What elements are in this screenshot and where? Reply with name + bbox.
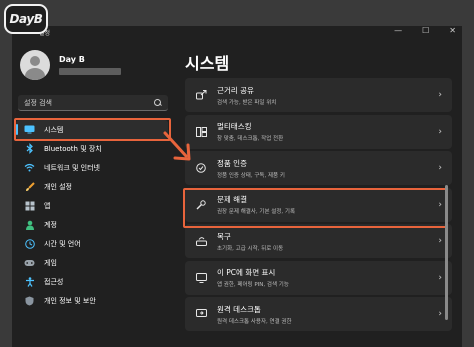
card-nearby-sharing[interactable]: 근거리 공유 검색 가능, 받은 파일 위치 ›: [185, 78, 452, 112]
share-icon: [195, 89, 207, 101]
card-remote-desktop[interactable]: 원격 데스크톱 원격 데스크톱 사용자, 연결 권한 ›: [185, 297, 452, 331]
sidebar-item-label: 게임: [44, 258, 57, 267]
bluetooth-icon: [24, 143, 35, 154]
sidebar-item-privacy[interactable]: 개인 정보 및 보안: [16, 291, 168, 310]
card-title: 이 PC에 화면 표시: [217, 268, 276, 277]
search-input[interactable]: 설정 검색: [18, 95, 168, 111]
brand-logo-text: DayB: [9, 12, 43, 26]
apps-icon: [24, 200, 35, 211]
gamepad-icon: [24, 257, 35, 268]
accessibility-icon: [24, 276, 35, 287]
brush-icon: [24, 181, 35, 192]
card-recovery[interactable]: 복구 초기화, 고급 시작, 뒤로 이동 ›: [185, 224, 452, 258]
card-title: 복구: [217, 231, 231, 241]
sidebar-item-accessibility[interactable]: 접근성: [16, 272, 168, 291]
user-profile[interactable]: Day B: [20, 50, 121, 80]
globe-clock-icon: [24, 238, 35, 249]
sidebar-item-bluetooth[interactable]: Bluetooth 및 장치: [16, 139, 168, 158]
card-activation[interactable]: 정품 인증 정품 인증 상태, 구독, 제품 키 ›: [185, 151, 452, 185]
card-subtitle: 초기화, 고급 시작, 뒤로 이동: [217, 245, 284, 252]
profile-email-redacted: [59, 68, 121, 75]
remote-desktop-icon: [195, 308, 207, 320]
sidebar-item-network[interactable]: 네트워크 및 인터넷: [16, 158, 168, 177]
settings-window: 설정 — ☐ ✕ Day B 설정 검색 시스템 Bluetooth 및 장치: [12, 26, 462, 347]
card-subtitle: 정품 인증 상태, 구독, 제품 키: [217, 172, 285, 179]
sidebar-item-label: 개인 설정: [44, 182, 72, 191]
sidebar-item-label: 시간 및 언어: [44, 239, 81, 248]
window-controls: — ☐ ✕: [394, 26, 456, 35]
sidebar-item-label: 계정: [44, 220, 57, 229]
card-title: 멀티태스킹: [217, 122, 252, 131]
sidebar-item-label: Bluetooth 및 장치: [44, 144, 102, 153]
card-multitasking[interactable]: 멀티태스킹 창 맞춤, 데스크톱, 작업 전환 ›: [185, 114, 452, 149]
maximize-button[interactable]: ☐: [422, 26, 429, 35]
highlight-box-system: [14, 118, 171, 141]
chevron-right-icon: ›: [438, 309, 442, 319]
scrollbar[interactable]: [445, 185, 448, 320]
card-subtitle: 창 맞춤, 데스크톱, 작업 전환: [217, 136, 284, 142]
search-placeholder: 설정 검색: [24, 98, 52, 107]
sidebar-item-gaming[interactable]: 게임: [16, 253, 168, 272]
annotation-arrow-icon: [163, 131, 191, 161]
sidebar-item-label: 접근성: [44, 277, 64, 286]
search-icon: [153, 98, 162, 107]
chevron-right-icon: ›: [438, 126, 442, 137]
card-title: 근거리 공유: [217, 85, 254, 95]
sidebar-item-personalization[interactable]: 개인 설정: [16, 177, 168, 196]
recovery-icon: [195, 235, 207, 247]
highlight-box-troubleshoot: [183, 188, 448, 228]
sidebar-item-label: 네트워크 및 인터넷: [44, 163, 100, 172]
sidebar-item-label: 앱: [44, 201, 51, 210]
card-project-to-pc[interactable]: 이 PC에 화면 표시 앱 권한, 페어링 PIN, 검색 기능 ›: [185, 260, 452, 295]
card-subtitle: 원격 데스크톱 사용자, 연결 권한: [217, 318, 292, 325]
chevron-right-icon: ›: [438, 163, 442, 173]
person-icon: [24, 219, 35, 230]
card-subtitle: 앱 권한, 페어링 PIN, 검색 기능: [217, 282, 289, 288]
avatar: [20, 50, 50, 80]
card-subtitle: 검색 가능, 받은 파일 위치: [217, 99, 277, 106]
project-icon: [195, 272, 207, 284]
sidebar-item-apps[interactable]: 앱: [16, 196, 168, 215]
chevron-right-icon: ›: [438, 236, 442, 246]
profile-name: Day B: [59, 55, 85, 64]
shield-icon: [24, 295, 35, 306]
brand-logo: DayB: [4, 4, 48, 34]
sidebar-item-time-language[interactable]: 시간 및 언어: [16, 234, 168, 253]
minimize-button[interactable]: —: [394, 26, 402, 35]
image-background: [0, 0, 474, 26]
sidebar-nav: 시스템 Bluetooth 및 장치 네트워크 및 인터넷 개인 설정 앱 계정…: [16, 120, 168, 310]
card-title: 정품 인증: [217, 158, 247, 168]
page-title: 시스템: [185, 54, 230, 73]
sidebar-item-label: 개인 정보 및 보안: [44, 296, 96, 305]
sidebar-item-accounts[interactable]: 계정: [16, 215, 168, 234]
close-button[interactable]: ✕: [449, 26, 456, 35]
chevron-right-icon: ›: [438, 272, 442, 283]
card-title: 원격 데스크톱: [217, 304, 261, 314]
wifi-icon: [24, 162, 35, 173]
chevron-right-icon: ›: [438, 90, 442, 100]
